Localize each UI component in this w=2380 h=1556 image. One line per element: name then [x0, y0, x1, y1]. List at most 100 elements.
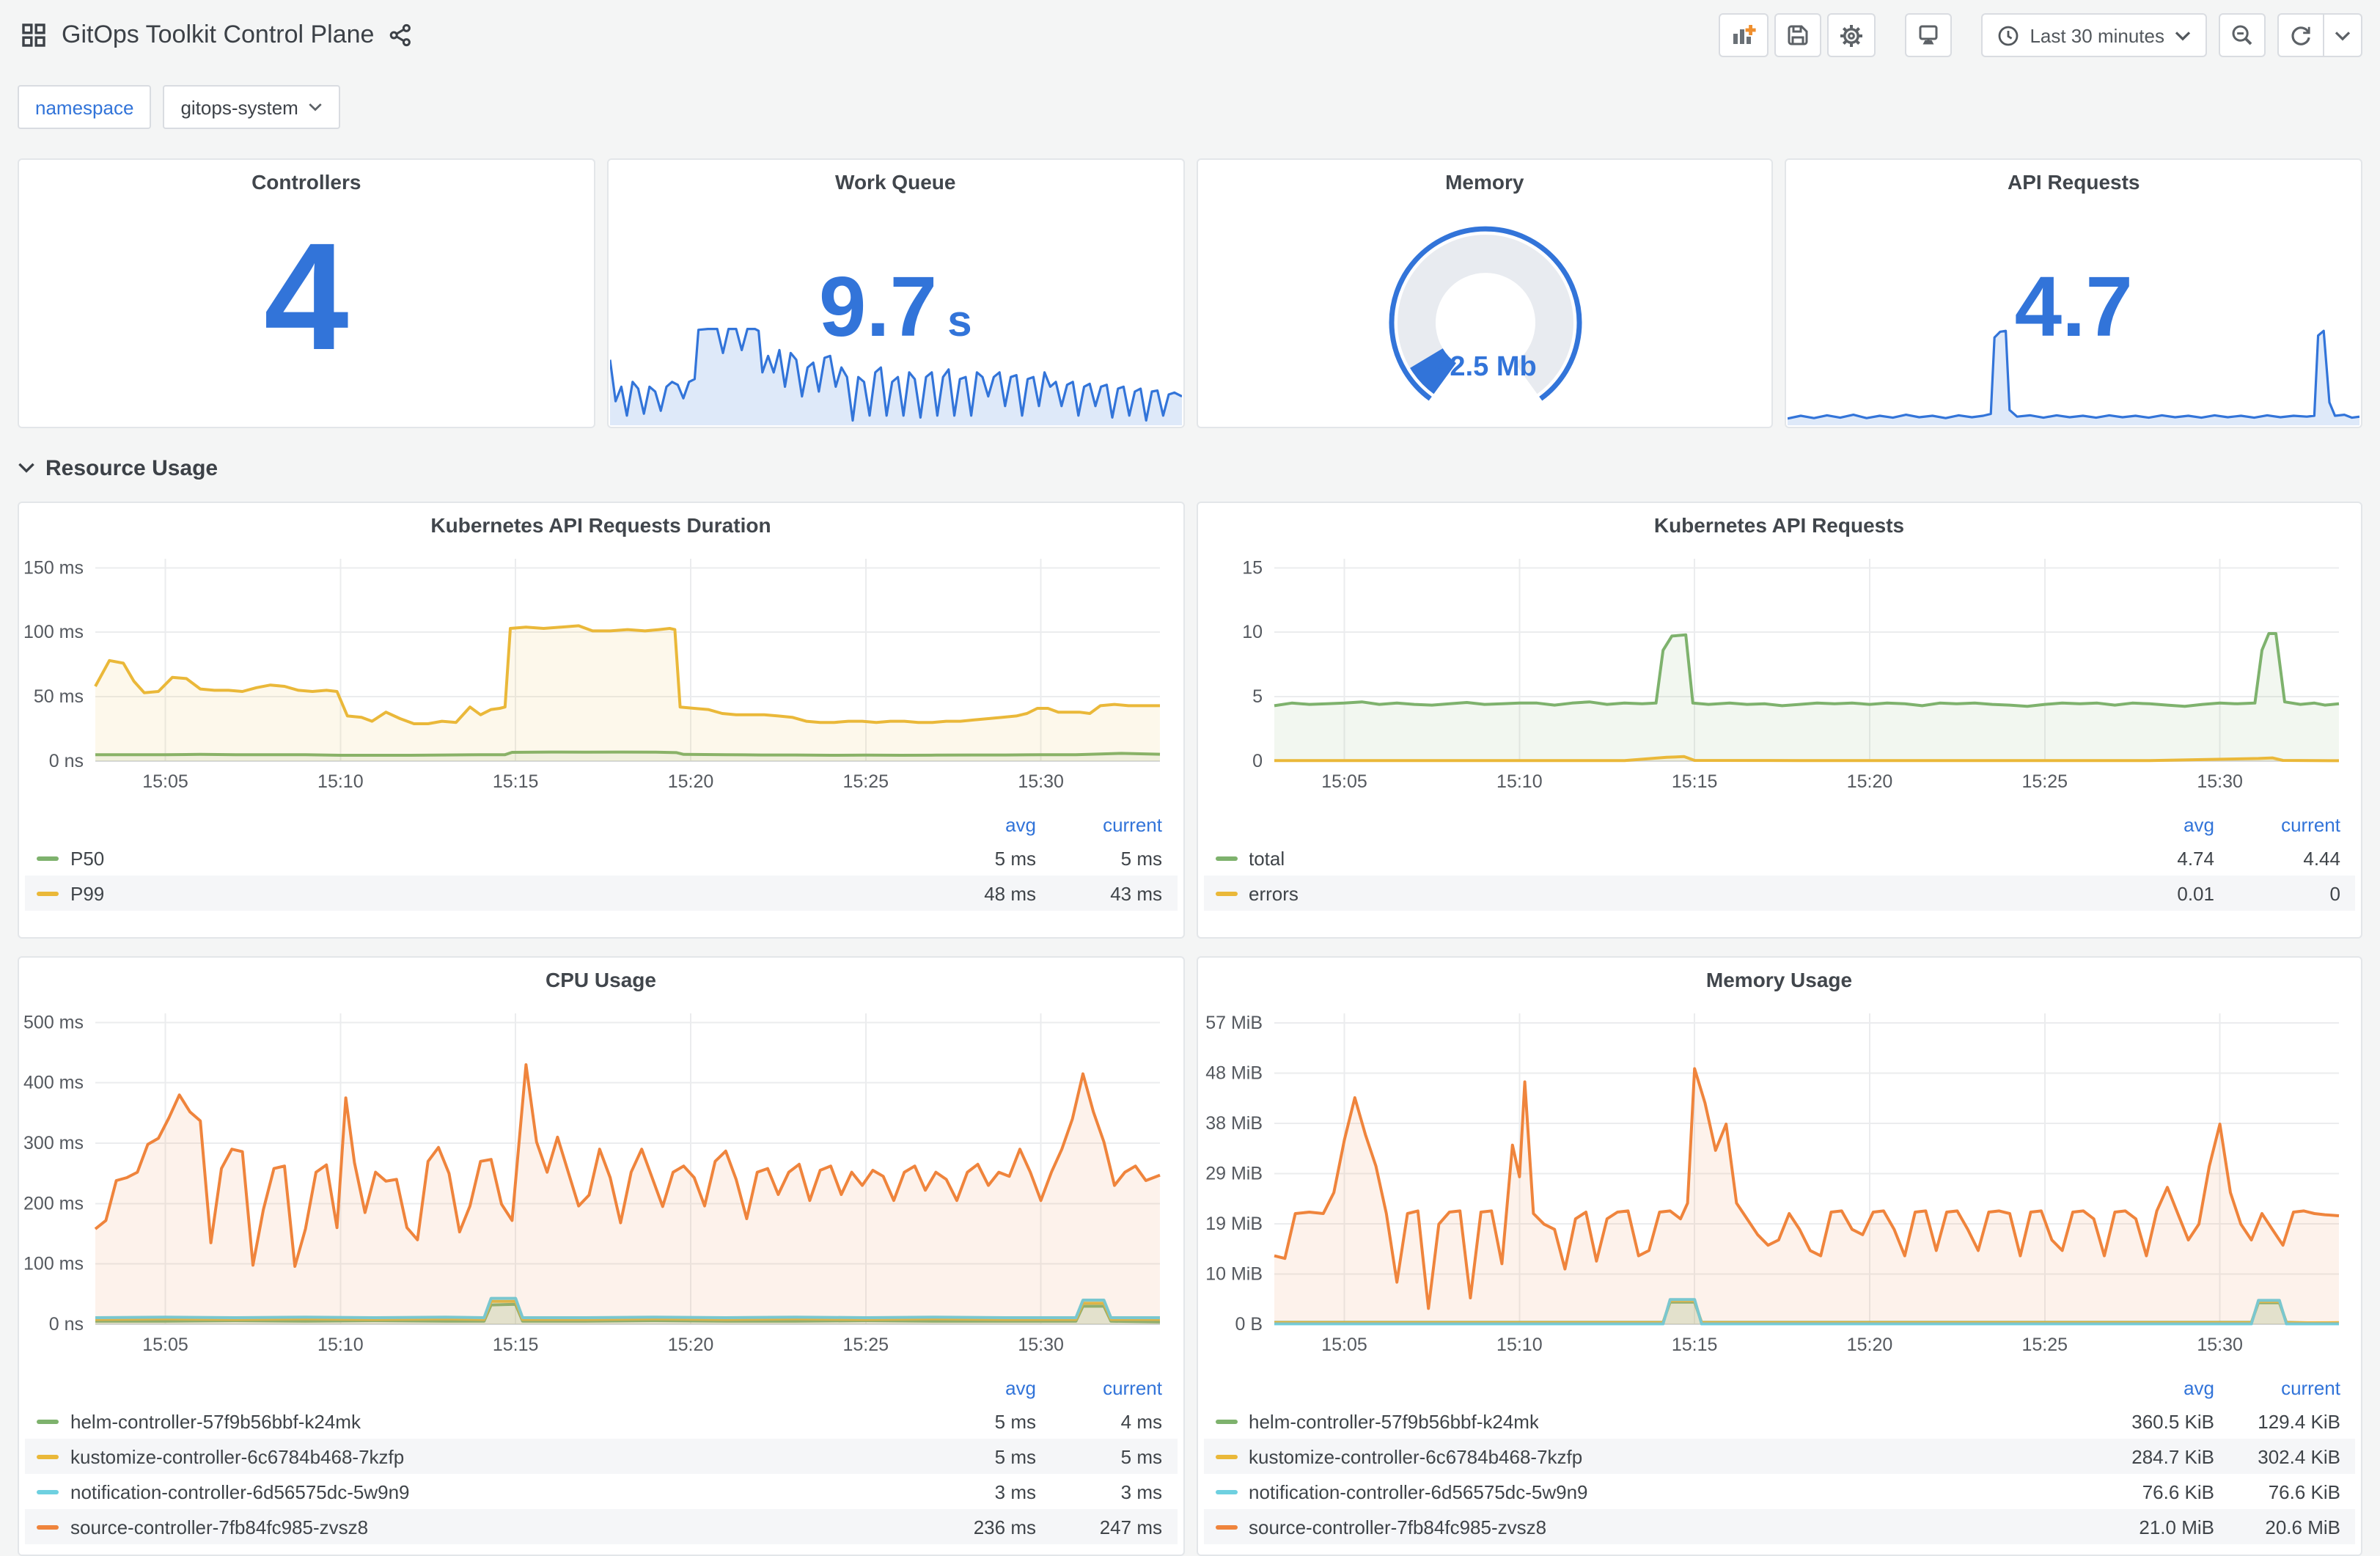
variable-label-namespace: namespace — [18, 85, 152, 129]
legend-column-current[interactable]: current — [2214, 1376, 2340, 1398]
panel-title[interactable]: Kubernetes API Requests Duration — [19, 503, 1183, 547]
series-value: 129.4 KiB — [2258, 1410, 2340, 1432]
svg-text:15:10: 15:10 — [1496, 1335, 1542, 1355]
series-value: 43 ms — [1110, 882, 1162, 904]
svg-text:15:30: 15:30 — [2196, 771, 2242, 792]
series-color-swatch — [1215, 1419, 1237, 1423]
series-value: 3 ms — [1120, 1480, 1162, 1502]
series-label[interactable]: P99 — [70, 882, 104, 904]
panel-title[interactable]: Controllers — [19, 160, 594, 204]
legend-row: total 4.74 4.44 — [1203, 840, 2355, 876]
refresh-button[interactable] — [2277, 13, 2324, 57]
legend-column-avg[interactable]: avg — [933, 1376, 1036, 1398]
panel-k8s-api-requests-duration: Kubernetes API Requests Duration 15:05 15… — [18, 502, 1184, 939]
k8s-api-requests-svg: 15:05 15:10 15:15 15:20 15:25 15:30 0 5 10 15 — [1241, 557, 2339, 792]
work-queue-unit: s — [947, 298, 972, 346]
add-panel-button[interactable] — [1719, 13, 1769, 57]
save-dashboard-button[interactable] — [1774, 13, 1822, 57]
charts-row-1: Kubernetes API Requests Duration 15:05 15… — [18, 502, 2362, 939]
series-color-swatch — [1215, 891, 1237, 895]
legend-column-avg[interactable]: avg — [2112, 1376, 2214, 1398]
section-resource-usage[interactable]: Resource Usage — [18, 449, 2362, 487]
svg-text:150 ms: 150 ms — [23, 557, 84, 578]
series-label[interactable]: notification-controller-6d56575dc-5w9n9 — [1249, 1480, 1588, 1502]
series-color-swatch — [37, 1524, 59, 1529]
legend-header: avg current — [25, 1371, 1177, 1403]
svg-text:15:20: 15:20 — [668, 1335, 714, 1355]
series-label[interactable]: helm-controller-57f9b56bbf-k24mk — [1249, 1410, 1539, 1432]
panel-title[interactable]: Work Queue — [609, 160, 1183, 204]
cpu-usage-legend: avg current helm-controller-57f9b56bbf-k24… — [19, 1371, 1183, 1544]
svg-text:15:15: 15:15 — [493, 771, 539, 792]
apps-icon[interactable] — [21, 22, 47, 48]
svg-text:19 MiB: 19 MiB — [1205, 1214, 1262, 1234]
clock-icon — [1997, 24, 2019, 46]
cycle-view-mode-button[interactable] — [1905, 13, 1953, 57]
series-label[interactable]: P50 — [70, 847, 104, 869]
svg-text:50 ms: 50 ms — [34, 686, 84, 707]
svg-text:10: 10 — [1241, 622, 1262, 642]
svg-text:15:15: 15:15 — [493, 1335, 539, 1355]
panel-k8s-api-requests: Kubernetes API Requests 15:05 15:10 15:15 1… — [1196, 502, 2362, 939]
share-icon[interactable] — [389, 23, 412, 47]
stat-row: Controllers 4 Work Queue 9.7 s Memory 42.… — [18, 158, 2362, 428]
legend-column-avg[interactable]: avg — [2112, 813, 2214, 835]
chevron-down-icon — [2175, 30, 2191, 40]
k8s-api-requests-plot[interactable]: 15:05 15:10 15:15 15:20 15:25 15:30 0 5 10 15 — [1197, 547, 2361, 799]
zoom-out-button[interactable] — [2219, 13, 2266, 57]
variable-value-dropdown[interactable]: gitops-system — [163, 85, 341, 129]
k8s-api-duration-plot[interactable]: 15:05 15:10 15:15 15:20 15:25 15:30 0 ns 50 ms 1… — [19, 547, 1183, 799]
legend-row: P99 48 ms 43 ms — [25, 876, 1177, 911]
svg-text:57 MiB: 57 MiB — [1205, 1013, 1262, 1033]
svg-text:15:05: 15:05 — [1321, 771, 1367, 792]
series-value: 236 ms — [973, 1516, 1036, 1538]
panel-title[interactable]: API Requests — [1787, 160, 2362, 204]
panel-controllers: Controllers 4 — [18, 158, 595, 428]
k8s-api-duration-legend: avg current P50 5 ms 5 ms P99 48 ms 43 ms — [19, 808, 1183, 911]
panel-memory: Memory 42.5 Mb — [1196, 158, 1774, 428]
series-value: 5 ms — [994, 1445, 1036, 1467]
api-requests-value: 4.7 — [2014, 260, 2133, 355]
series-label[interactable]: source-controller-7fb84fc985-zvsz8 — [70, 1516, 368, 1538]
legend-column-avg[interactable]: avg — [933, 813, 1036, 835]
refresh-interval-dropdown[interactable] — [2324, 13, 2362, 57]
k8s-api-requests-legend: avg current total 4.74 4.44 errors 0.01 0 — [1197, 808, 2361, 911]
panel-title[interactable]: Memory Usage — [1197, 958, 2361, 1002]
series-label[interactable]: errors — [1249, 882, 1299, 904]
dashboard-settings-button[interactable] — [1827, 13, 1876, 57]
series-value: 76.6 KiB — [2142, 1480, 2214, 1502]
svg-text:15:05: 15:05 — [142, 1335, 188, 1355]
series-value: 76.6 KiB — [2268, 1480, 2340, 1502]
panel-title[interactable]: Kubernetes API Requests — [1197, 503, 2361, 547]
time-range-label: Last 30 minutes — [2030, 24, 2164, 46]
legend-column-current[interactable]: current — [1036, 1376, 1162, 1398]
svg-text:15:05: 15:05 — [142, 771, 188, 792]
memory-gauge: 42.5 Mb — [1197, 201, 1772, 421]
series-label[interactable]: kustomize-controller-6c6784b468-7kzfp — [1249, 1445, 1582, 1467]
cpu-usage-plot[interactable]: 15:05 15:10 15:15 15:20 15:25 15:30 0 ns 100 ms… — [19, 1002, 1183, 1362]
series-label[interactable]: source-controller-7fb84fc985-zvsz8 — [1249, 1516, 1546, 1538]
svg-text:500 ms: 500 ms — [23, 1012, 84, 1032]
series-color-swatch — [37, 856, 59, 860]
series-color-swatch — [1215, 1454, 1237, 1458]
series-label[interactable]: kustomize-controller-6c6784b468-7kzfp — [70, 1445, 404, 1467]
series-label[interactable]: total — [1249, 847, 1285, 869]
memory-usage-plot[interactable]: 15:05 15:10 15:15 15:20 15:25 15:30 0 B 10 MiB 1… — [1197, 1002, 2361, 1362]
legend-column-current[interactable]: current — [2214, 813, 2340, 835]
legend-row: errors 0.01 0 — [1203, 876, 2355, 911]
svg-text:300 ms: 300 ms — [23, 1133, 84, 1153]
series-value: 0.01 — [2177, 882, 2214, 904]
svg-text:15:15: 15:15 — [1671, 1335, 1717, 1355]
svg-text:15:30: 15:30 — [1018, 771, 1064, 792]
series-label[interactable]: helm-controller-57f9b56bbf-k24mk — [70, 1410, 361, 1432]
legend-column-current[interactable]: current — [1036, 813, 1162, 835]
legend-row: notification-controller-6d56575dc-5w9n9 7… — [1203, 1474, 2355, 1509]
panel-title[interactable]: CPU Usage — [19, 958, 1183, 1002]
series-label[interactable]: notification-controller-6d56575dc-5w9n9 — [70, 1480, 410, 1502]
panel-title[interactable]: Memory — [1197, 160, 1772, 204]
svg-text:15:25: 15:25 — [843, 771, 889, 792]
svg-text:100 ms: 100 ms — [23, 622, 84, 642]
time-range-picker[interactable]: Last 30 minutes — [1981, 13, 2207, 57]
svg-text:0 ns: 0 ns — [49, 1314, 84, 1335]
legend-row: helm-controller-57f9b56bbf-k24mk 5 ms 4 ms — [25, 1403, 1177, 1439]
